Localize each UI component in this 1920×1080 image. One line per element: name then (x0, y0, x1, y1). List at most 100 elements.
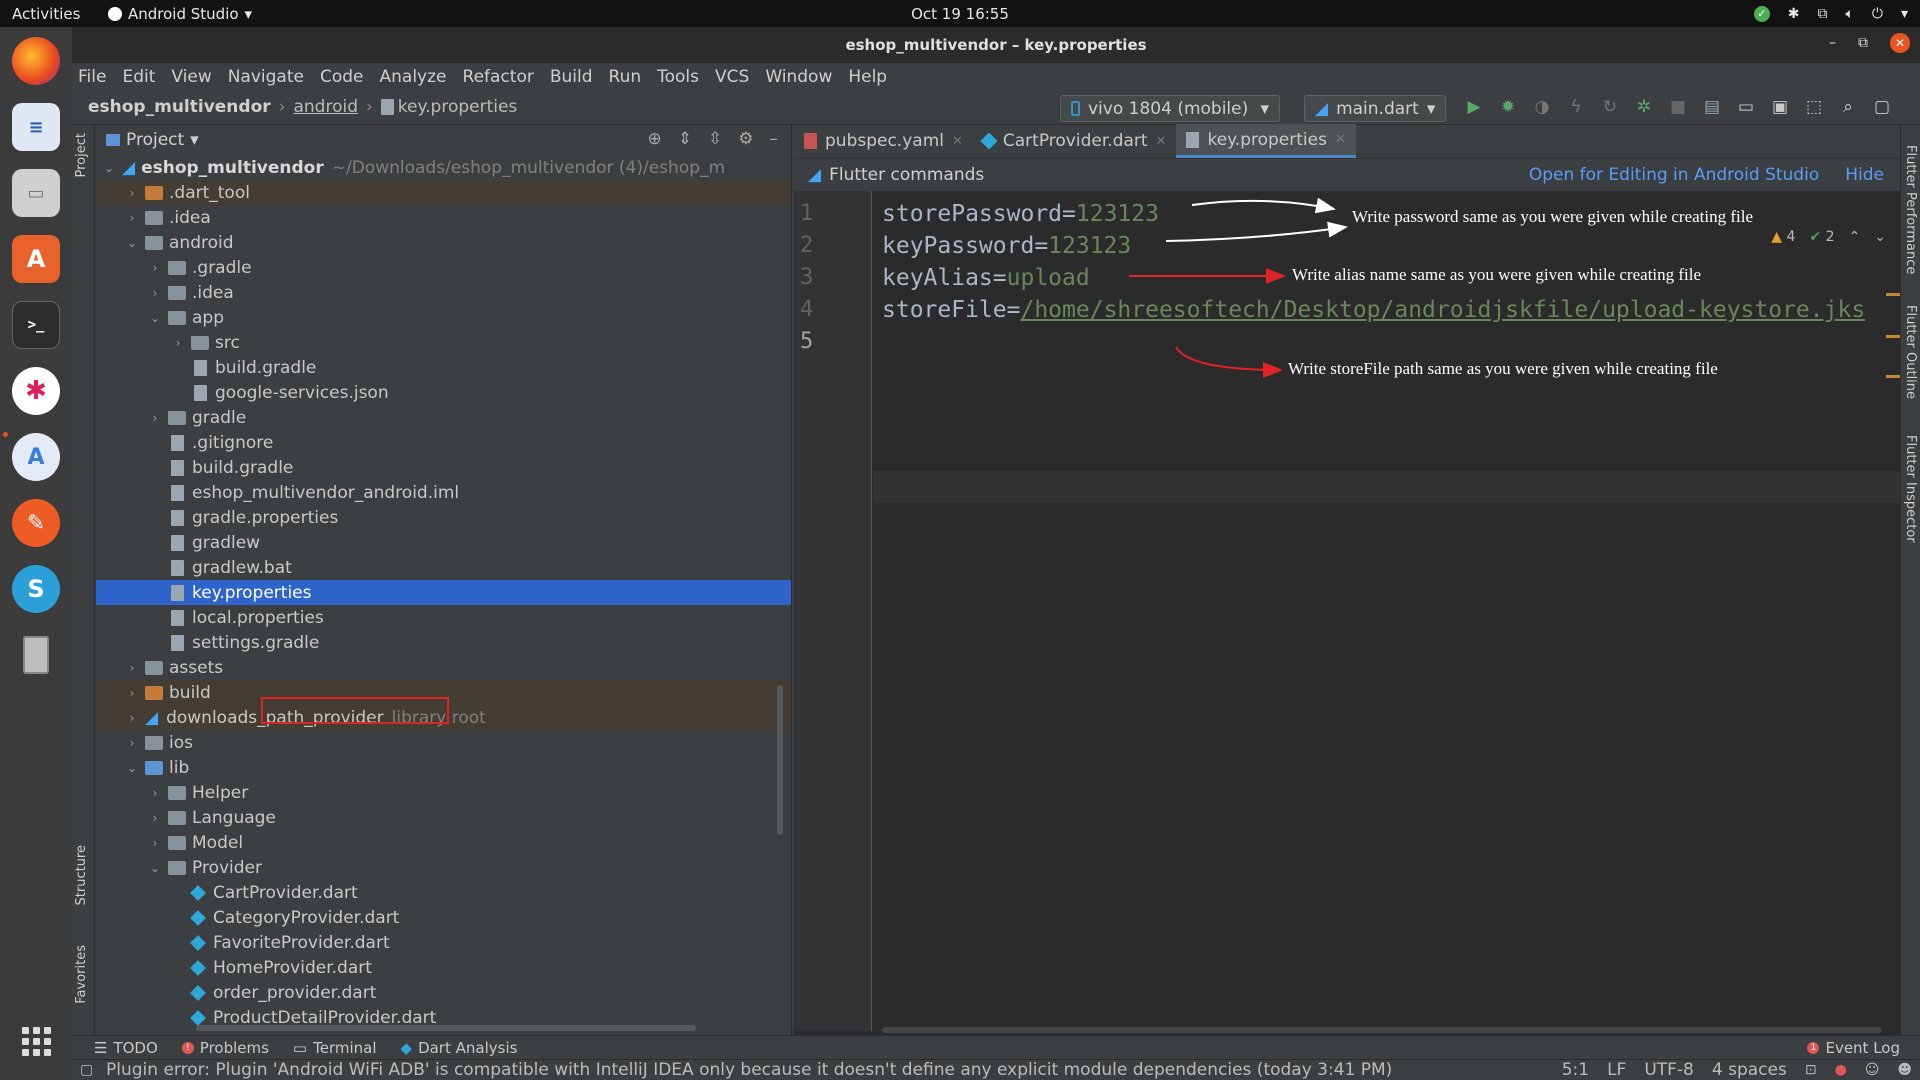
run-icon[interactable]: ▶ (1464, 97, 1484, 117)
postman-icon[interactable]: ✎ (12, 499, 60, 547)
code-line[interactable]: keyAlias=upload (882, 265, 1090, 291)
slack-tray-icon[interactable]: ✱ (1788, 6, 1800, 22)
sdk-manager-icon[interactable]: ▭ (1736, 97, 1756, 117)
search-icon[interactable]: ⌕ (1838, 97, 1858, 117)
error-indicator-icon[interactable]: ● (1835, 1062, 1847, 1078)
menu-tools[interactable]: Tools (657, 67, 699, 87)
tab-flutter-inspector[interactable]: Flutter Inspector (1903, 435, 1918, 543)
stop-icon[interactable]: ■ (1668, 97, 1688, 117)
debug-icon[interactable]: ✹ (1498, 97, 1518, 117)
tree-item-helper[interactable]: › Helper (96, 780, 791, 805)
indent-setting[interactable]: 4 spaces (1712, 1060, 1787, 1080)
tree-item-assets[interactable]: › assets (96, 655, 791, 680)
caret-position[interactable]: 5:1 (1562, 1060, 1589, 1080)
inspection-widget[interactable]: ▲ 4 ✔ 2 ⌃ ⌄ (1771, 229, 1886, 245)
menu-file[interactable]: File (78, 67, 106, 87)
chevron-right-icon[interactable]: › (171, 336, 185, 350)
tree-item-app-build-gradle[interactable]: build.gradle (96, 355, 791, 380)
status-message[interactable]: Plugin error: Plugin 'Android WiFi ADB' … (106, 1060, 1392, 1080)
todo-tab[interactable]: ☰ TODO (94, 1039, 158, 1057)
network-icon[interactable]: ⧉ (1817, 6, 1827, 22)
error-stripe-mark[interactable] (1886, 375, 1900, 378)
tree-item-language[interactable]: › Language (96, 805, 791, 830)
chevron-right-icon[interactable]: › (148, 286, 162, 300)
device-file-explorer-icon[interactable]: ⬚ (1804, 97, 1824, 117)
locate-file-icon[interactable]: ⊕ (648, 129, 662, 149)
hide-link[interactable]: Hide (1845, 165, 1884, 185)
menu-edit[interactable]: Edit (122, 67, 155, 87)
close-tab-icon[interactable]: ✕ (952, 134, 963, 149)
error-stripe-mark[interactable] (1886, 293, 1900, 296)
menu-help[interactable]: Help (848, 67, 887, 87)
tree-item-app[interactable]: ⌄ app (96, 305, 791, 330)
tree-item-key-properties[interactable]: key.properties (96, 580, 791, 605)
tree-item-iml[interactable]: eshop_multivendor_android.iml (96, 480, 791, 505)
tree-item-home-provider[interactable]: HomeProvider.dart (96, 955, 791, 980)
usb-device-icon[interactable] (12, 631, 60, 679)
chevron-right-icon[interactable]: › (125, 211, 139, 225)
android-studio-dock-icon[interactable]: A (12, 433, 60, 481)
collapse-all-icon[interactable]: ⇳ (708, 129, 722, 149)
shield-check-icon[interactable]: ✓ (1753, 5, 1770, 22)
tree-item-downloads-path-provider[interactable]: › ◢ downloads_path_provider library root (96, 705, 791, 730)
menu-run[interactable]: Run (609, 67, 642, 87)
attach-debugger-icon[interactable]: ✲ (1634, 97, 1654, 117)
activities-button[interactable]: Activities (12, 5, 94, 23)
libreoffice-writer-icon[interactable]: ≡ (12, 103, 60, 151)
chevron-down-icon[interactable]: ⌄ (148, 311, 162, 325)
tree-root[interactable]: ⌄ ◢ eshop_multivendor ~/Downloads/eshop_… (96, 155, 791, 180)
chevron-right-icon[interactable]: › (125, 661, 139, 675)
line-separator[interactable]: LF (1607, 1060, 1626, 1080)
file-encoding[interactable]: UTF-8 (1644, 1060, 1694, 1080)
chevron-right-icon[interactable]: › (125, 736, 139, 750)
line-number-gutter[interactable]: 1 2 3 4 5 (794, 191, 872, 1031)
tree-item-order-provider[interactable]: order_provider.dart (96, 980, 791, 1005)
event-log-tab[interactable]: 1 Event Log (1807, 1039, 1900, 1057)
horizontal-scrollbar[interactable] (196, 1025, 696, 1031)
device-selector[interactable]: vivo 1804 (mobile) ▾ (1060, 95, 1280, 122)
menu-window[interactable]: Window (765, 67, 832, 87)
tree-item-favorite-provider[interactable]: FavoriteProvider.dart (96, 930, 791, 955)
tree-item-cart-provider[interactable]: CartProvider.dart (96, 880, 791, 905)
power-icon[interactable]: ⏻ (1872, 6, 1883, 22)
tab-key-properties[interactable]: key.properties ✕ (1176, 124, 1356, 158)
close-tab-icon[interactable]: ✕ (1335, 132, 1346, 147)
tab-project[interactable]: Project (74, 133, 89, 177)
system-tray[interactable]: ✓ ✱ ⧉ 🔈︎ ⏻ ▾ (1753, 0, 1908, 27)
chevron-down-icon[interactable]: ⌄ (1874, 229, 1886, 245)
tree-item-gradlew[interactable]: gradlew (96, 530, 791, 555)
account-icon[interactable]: ▢ (1872, 97, 1892, 117)
menu-build[interactable]: Build (550, 67, 593, 87)
terminal-icon[interactable]: >_ (12, 301, 60, 349)
menu-code[interactable]: Code (320, 67, 364, 87)
files-icon[interactable]: ▭ (12, 169, 60, 217)
code-line[interactable]: keyPassword=123123 (882, 233, 1131, 259)
show-applications-icon[interactable] (12, 1017, 60, 1065)
firefox-icon[interactable] (12, 37, 60, 85)
tree-item-android[interactable]: ⌄ android (96, 230, 791, 255)
avd-manager-icon[interactable]: ▣ (1770, 97, 1790, 117)
hot-reload-icon[interactable]: ϟ (1566, 97, 1586, 117)
volume-icon[interactable]: 🔈︎ (1845, 6, 1853, 22)
tree-item-category-provider[interactable]: CategoryProvider.dart (96, 905, 791, 930)
chevron-right-icon[interactable]: › (148, 261, 162, 275)
minimize-icon[interactable]: – (1829, 35, 1836, 51)
app-menu[interactable]: Android Studio ▾ (108, 5, 252, 23)
chevron-right-icon[interactable]: › (125, 186, 139, 200)
tab-structure[interactable]: Structure (74, 845, 89, 905)
hot-restart-icon[interactable]: ↻ (1600, 97, 1620, 117)
menu-view[interactable]: View (171, 67, 211, 87)
tree-item-android-idea[interactable]: › .idea (96, 280, 791, 305)
tree-item-google-services[interactable]: google-services.json (96, 380, 791, 405)
tree-item-provider[interactable]: ⌄ Provider (96, 855, 791, 880)
tree-item-gitignore[interactable]: .gitignore (96, 430, 791, 455)
breadcrumb-file[interactable]: key.properties (380, 97, 517, 117)
chevron-right-icon[interactable]: › (148, 836, 162, 850)
chevron-right-icon[interactable]: › (125, 711, 139, 725)
breadcrumb-folder[interactable]: android (293, 97, 358, 117)
problems-tab[interactable]: ! Problems (181, 1039, 269, 1057)
chevron-down-icon[interactable]: ▾ (1901, 6, 1908, 22)
tree-item-gradle-dir[interactable]: › .gradle (96, 255, 791, 280)
horizontal-scrollbar[interactable] (882, 1027, 1882, 1033)
software-center-icon[interactable]: A (12, 235, 60, 283)
